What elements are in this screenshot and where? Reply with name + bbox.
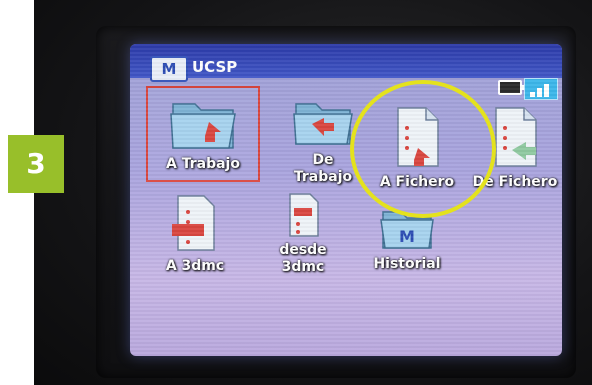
tile-desde-3dmc[interactable]: desde 3dmc — [248, 192, 358, 276]
tile-a-3dmc[interactable]: A 3dmc — [140, 192, 250, 275]
device-screen: M UCSP A Trabajo De Trabajo A Fichero De… — [130, 44, 562, 356]
document-3dmc-export-icon — [289, 193, 319, 237]
signal-icon — [524, 78, 558, 100]
tile-a-trabajo[interactable]: A Trabajo — [146, 86, 260, 182]
folder-import-icon — [170, 103, 236, 149]
yellow-highlight-circle — [350, 80, 496, 218]
svg-text:M: M — [399, 227, 415, 246]
menu-button[interactable]: M — [150, 56, 188, 82]
tile-label: Historial — [373, 256, 441, 272]
step-number-badge: 3 — [8, 135, 64, 193]
tile-label: desde 3dmc — [279, 242, 327, 275]
battery-icon — [498, 80, 525, 95]
device-photo: M UCSP A Trabajo De Trabajo A Fichero De… — [34, 0, 592, 385]
app-title: UCSP — [192, 58, 238, 76]
folder-export-icon — [293, 103, 353, 145]
tile-label: A Trabajo — [166, 156, 240, 172]
document-3dmc-import-icon — [172, 195, 215, 251]
tile-label: A 3dmc — [165, 258, 225, 274]
